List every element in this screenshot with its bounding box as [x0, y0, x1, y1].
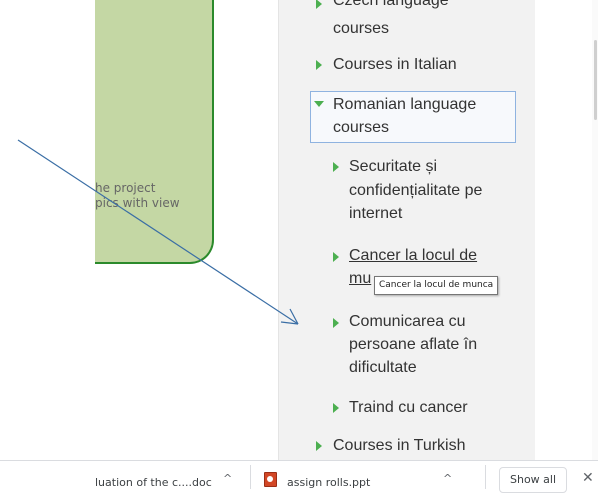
triangle-right-icon[interactable]: [333, 162, 339, 172]
nav-subitem-security-line2[interactable]: confidențialitate pe: [349, 180, 482, 202]
nav-item-romanian-line2[interactable]: courses: [333, 117, 389, 139]
nav-item-romanian[interactable]: Romanian language: [333, 94, 476, 116]
nav-subitem-cancer-line2[interactable]: mu: [349, 268, 371, 290]
card-text-line1: he project: [95, 181, 156, 195]
card-text-clip: he project pics with view: [95, 0, 215, 260]
triangle-right-icon[interactable]: [333, 252, 339, 262]
triangle-right-icon[interactable]: [333, 318, 339, 328]
card-text: he project pics with view: [95, 181, 180, 211]
download-item-ppt[interactable]: assign rolls.ppt: [287, 476, 370, 489]
nav-subitem-living-with-cancer[interactable]: Traind cu cancer: [349, 397, 468, 419]
scrollbar-thumb[interactable]: [594, 40, 597, 120]
nav-subitem-communication-line3[interactable]: dificultate: [349, 357, 417, 379]
nav-subitem-communication[interactable]: Comunicarea cu: [349, 311, 466, 333]
download-separator: [250, 465, 251, 489]
show-all-button[interactable]: Show all: [499, 467, 567, 493]
nav-item-turkish[interactable]: Courses in Turkish: [333, 435, 466, 457]
triangle-right-icon[interactable]: [316, 441, 322, 451]
download-separator: [485, 465, 486, 489]
chevron-up-icon[interactable]: ^: [443, 472, 452, 485]
triangle-down-icon[interactable]: [314, 101, 324, 107]
hover-tooltip: Cancer la locul de munca: [374, 276, 499, 295]
left-margin: [0, 0, 95, 493]
nav-item-czech-line2[interactable]: courses: [333, 18, 389, 40]
nav-item-czech[interactable]: Czech language: [333, 0, 449, 12]
nav-subitem-communication-line2[interactable]: persoane aflate în: [349, 334, 477, 356]
nav-subitem-security[interactable]: Securitate și: [349, 156, 437, 178]
close-icon[interactable]: ✕: [582, 470, 594, 486]
nav-subitem-security-line3[interactable]: internet: [349, 203, 402, 225]
nav-subitem-cancer[interactable]: Cancer la locul de: [349, 245, 477, 267]
triangle-right-icon[interactable]: [316, 60, 322, 70]
triangle-right-icon[interactable]: [333, 403, 339, 413]
chevron-up-icon[interactable]: ^: [223, 472, 232, 485]
triangle-right-icon[interactable]: [316, 0, 322, 9]
ppt-file-icon: [264, 472, 277, 487]
download-item-doc[interactable]: luation of the c....doc: [95, 476, 212, 489]
nav-item-italian[interactable]: Courses in Italian: [333, 54, 457, 76]
card-text-line2: pics with view: [95, 196, 180, 210]
